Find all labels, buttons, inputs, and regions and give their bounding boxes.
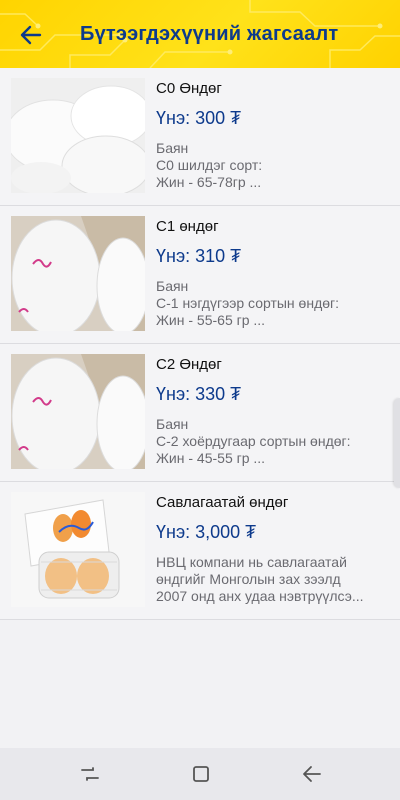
home-button[interactable] — [188, 761, 214, 787]
product-price: Үнэ: 3,000 ₮ — [156, 522, 257, 542]
description-line: Баян — [156, 140, 189, 156]
description-line: С-1 нэгдүгээр сортын өндөг: — [156, 295, 340, 311]
description-line: Баян — [156, 416, 189, 432]
product-image — [11, 216, 145, 331]
product-image — [11, 354, 145, 469]
back-icon — [303, 766, 321, 782]
product-name: Савлагаатай өндөг — [156, 494, 289, 511]
product-name: С0 Өндөг — [156, 80, 222, 97]
description-line: С-2 хоёрдугаар сортын өндөг: — [156, 433, 351, 449]
description-line: НВЦ компани нь савлагаатай — [156, 554, 347, 570]
product-image — [11, 78, 145, 193]
description-line: Жин - 65-78гр ... — [156, 174, 262, 190]
product-description: Баян С-2 хоёрдугаар сортын өндөг: Жин - … — [156, 416, 392, 467]
product-price: Үнэ: 300 ₮ — [156, 108, 242, 128]
edge-panel-handle[interactable] — [394, 398, 400, 488]
system-navigation-bar — [0, 748, 400, 800]
description-line: Жин - 55-65 гр ... — [156, 312, 266, 328]
product-name: С1 өндөг — [156, 218, 219, 235]
product-item-c1[interactable]: С1 өндөг Үнэ: 310 ₮ Баян С-1 нэгдүгээр с… — [0, 206, 400, 344]
description-line: өндгийг Монголын зах зээлд — [156, 571, 341, 587]
recent-apps-icon — [81, 767, 99, 781]
home-icon — [193, 766, 209, 782]
app-bar: Бүтээгдэхүүний жагсаалт — [0, 0, 400, 68]
product-item-packaged[interactable]: Савлагаатай өндөг Үнэ: 3,000 ₮ НВЦ компа… — [0, 482, 400, 620]
product-description: НВЦ компани нь савлагаатай өндгийг Монго… — [156, 554, 392, 605]
description-line: С0 шилдэг сорт: — [156, 157, 263, 173]
page-title: Бүтээгдэхүүний жагсаалт — [80, 23, 339, 45]
product-price: Үнэ: 310 ₮ — [156, 246, 242, 266]
system-back-button[interactable] — [299, 761, 325, 787]
recent-apps-button[interactable] — [77, 761, 103, 787]
arrow-left-icon — [20, 25, 42, 45]
description-line: Жин - 45-55 гр ... — [156, 450, 266, 466]
product-description: Баян С0 шилдэг сорт: Жин - 65-78гр ... — [156, 140, 392, 191]
product-item-c2[interactable]: С2 Өндөг Үнэ: 330 ₮ Баян С-2 хоёрдугаар … — [0, 344, 400, 482]
back-button[interactable] — [14, 18, 48, 52]
product-item-c0[interactable]: С0 Өндөг Үнэ: 300 ₮ Баян С0 шилдэг сорт:… — [0, 68, 400, 206]
product-description: Баян С-1 нэгдүгээр сортын өндөг: Жин - 5… — [156, 278, 392, 329]
product-list[interactable]: С0 Өндөг Үнэ: 300 ₮ Баян С0 шилдэг сорт:… — [0, 68, 400, 748]
product-name: С2 Өндөг — [156, 356, 222, 373]
description-line: 2007 онд анх удаа нэвтрүүлсэ... — [156, 588, 364, 604]
product-image — [11, 492, 145, 607]
description-line: Баян — [156, 278, 189, 294]
product-price: Үнэ: 330 ₮ — [156, 384, 242, 404]
